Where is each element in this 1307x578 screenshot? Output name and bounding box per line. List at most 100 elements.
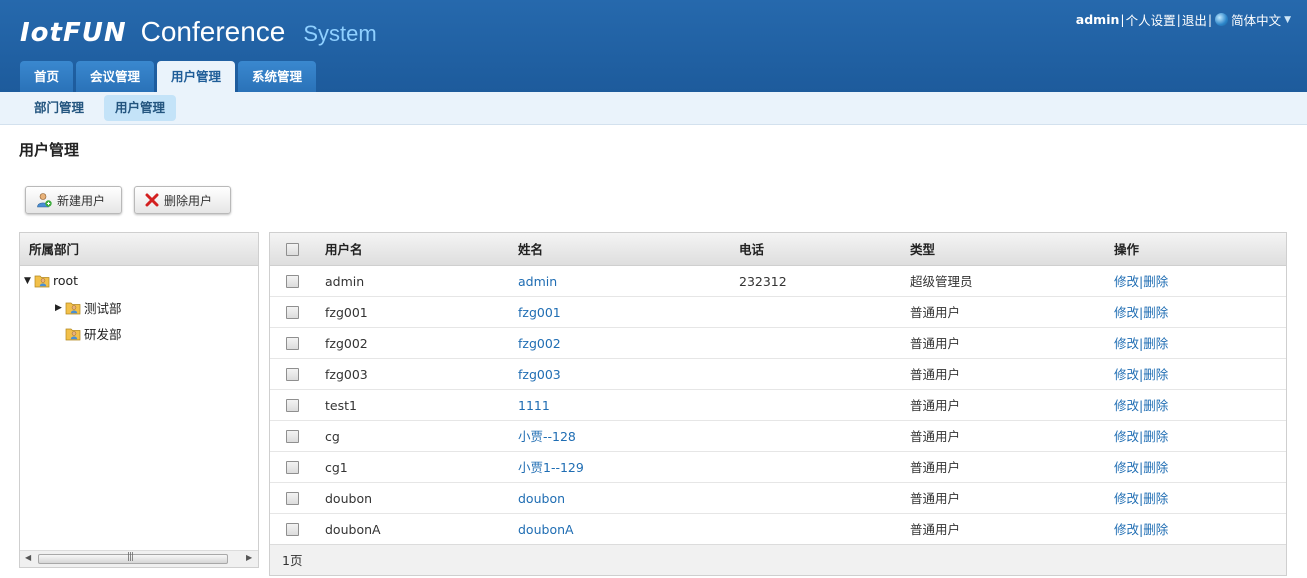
select-all-checkbox[interactable]	[286, 243, 299, 256]
page-title: 用户管理	[19, 141, 80, 159]
app-header: IotFUN Conference System admin | 个人设置 | …	[0, 0, 1307, 92]
cell-username: doubon	[325, 491, 373, 506]
scroll-right-icon[interactable]: ▶	[246, 553, 252, 562]
tab-system-management[interactable]: 系统管理	[238, 61, 317, 92]
cell-actions: 修改|删除	[1114, 483, 1168, 514]
user-table: 用户名 姓名 电话 类型 操作 admin admin 232312 超级管理员 修改|…	[269, 232, 1287, 576]
logo-system: System	[303, 21, 377, 46]
table-row[interactable]: fzg003 fzg003 普通用户 修改|删除	[270, 359, 1286, 390]
delete-user-button[interactable]: 删除用户	[134, 186, 231, 214]
row-checkbox[interactable]	[286, 306, 299, 319]
row-checkbox[interactable]	[286, 492, 299, 505]
current-user: admin	[1075, 12, 1120, 27]
tab-user-management[interactable]: 用户管理	[157, 61, 236, 92]
cell-name-link[interactable]: doubonA	[518, 514, 574, 545]
cell-name-link[interactable]: fzg001	[518, 297, 561, 328]
table-row[interactable]: fzg001 fzg001 普通用户 修改|删除	[270, 297, 1286, 328]
separator: |	[1207, 12, 1213, 27]
edit-link[interactable]: 修改	[1114, 305, 1139, 320]
tree-node-root[interactable]: ▼ root	[24, 273, 78, 288]
row-checkbox[interactable]	[286, 523, 299, 536]
column-header-username[interactable]: 用户名	[325, 233, 363, 266]
cell-type: 普通用户	[910, 460, 961, 475]
table-row[interactable]: cg1 小贾1--129 普通用户 修改|删除	[270, 452, 1286, 483]
delete-link[interactable]: 删除	[1143, 491, 1168, 506]
table-row[interactable]: doubonA doubonA 普通用户 修改|删除	[270, 514, 1286, 545]
row-checkbox[interactable]	[286, 275, 299, 288]
delete-link[interactable]: 删除	[1143, 398, 1168, 413]
cell-name-link[interactable]: fzg003	[518, 359, 561, 390]
column-header-name[interactable]: 姓名	[518, 233, 543, 266]
cell-phone: 232312	[739, 274, 787, 289]
new-user-label: 新建用户	[57, 193, 106, 208]
cell-name-link[interactable]: doubon	[518, 483, 565, 514]
delete-user-label: 删除用户	[164, 193, 213, 208]
table-row[interactable]: cg 小贾--128 普通用户 修改|删除	[270, 421, 1286, 452]
cell-name-link[interactable]: fzg002	[518, 328, 561, 359]
department-tree-panel: 所属部门 ▼ root ▶ 测试部 研发部 ◀ ||| ▶	[19, 232, 259, 568]
column-header-type[interactable]: 类型	[910, 233, 935, 266]
cell-type: 超级管理员	[910, 274, 973, 289]
cell-type: 普通用户	[910, 336, 961, 351]
cell-name-link[interactable]: 1111	[518, 390, 550, 421]
cell-type: 普通用户	[910, 491, 961, 506]
scrollbar-thumb[interactable]: |||	[38, 552, 228, 564]
tab-home[interactable]: 首页	[20, 61, 74, 92]
main-tabs: 首页 会议管理 用户管理 系统管理	[20, 61, 317, 92]
column-header-phone[interactable]: 电话	[739, 233, 764, 266]
table-row[interactable]: admin admin 232312 超级管理员 修改|删除	[270, 266, 1286, 297]
language-select[interactable]: 简体中文	[1231, 10, 1281, 29]
new-user-button[interactable]: 新建用户	[25, 186, 122, 214]
edit-link[interactable]: 修改	[1114, 367, 1139, 382]
delete-link[interactable]: 删除	[1143, 305, 1168, 320]
table-row[interactable]: fzg002 fzg002 普通用户 修改|删除	[270, 328, 1286, 359]
delete-link[interactable]: 删除	[1143, 522, 1168, 537]
delete-x-icon	[145, 193, 159, 207]
cell-type: 普通用户	[910, 305, 961, 320]
cell-actions: 修改|删除	[1114, 266, 1168, 297]
cell-name-link[interactable]: admin	[518, 266, 557, 297]
separator: |	[1120, 12, 1125, 27]
tree-node-rd-dept[interactable]: 研发部	[65, 324, 122, 343]
cell-name-link[interactable]: 小贾1--129	[518, 452, 584, 483]
table-row[interactable]: doubon doubon 普通用户 修改|删除	[270, 483, 1286, 514]
logout-link[interactable]: 退出	[1182, 10, 1207, 29]
row-checkbox[interactable]	[286, 368, 299, 381]
collapsed-triangle-icon[interactable]: ▶	[55, 303, 65, 313]
delete-link[interactable]: 删除	[1143, 429, 1168, 444]
tree-node-test-dept[interactable]: ▶ 测试部	[55, 298, 122, 317]
delete-link[interactable]: 删除	[1143, 367, 1168, 382]
horizontal-scrollbar[interactable]: ◀ ||| ▶	[20, 550, 258, 567]
settings-link[interactable]: 个人设置	[1126, 10, 1176, 29]
delete-link[interactable]: 删除	[1143, 274, 1168, 289]
cell-name-link[interactable]: 小贾--128	[518, 421, 576, 452]
edit-link[interactable]: 修改	[1114, 398, 1139, 413]
add-user-icon	[36, 192, 52, 208]
row-checkbox[interactable]	[286, 399, 299, 412]
edit-link[interactable]: 修改	[1114, 460, 1139, 475]
cell-type: 普通用户	[910, 398, 961, 413]
edit-link[interactable]: 修改	[1114, 274, 1139, 289]
edit-link[interactable]: 修改	[1114, 429, 1139, 444]
cell-username: cg	[325, 429, 340, 444]
tab-meeting-management[interactable]: 会议管理	[76, 61, 155, 92]
cell-actions: 修改|删除	[1114, 390, 1168, 421]
table-row[interactable]: test1 1111 普通用户 修改|删除	[270, 390, 1286, 421]
department-tree-header: 所属部门	[20, 233, 258, 266]
caret-down-icon[interactable]: ▼	[1284, 15, 1291, 25]
row-checkbox[interactable]	[286, 430, 299, 443]
scroll-left-icon[interactable]: ◀	[25, 553, 31, 562]
row-checkbox[interactable]	[286, 461, 299, 474]
delete-link[interactable]: 删除	[1143, 460, 1168, 475]
subnav-department-management[interactable]: 部门管理	[23, 95, 95, 121]
cell-actions: 修改|删除	[1114, 359, 1168, 390]
subnav-user-management[interactable]: 用户管理	[104, 95, 177, 121]
edit-link[interactable]: 修改	[1114, 522, 1139, 537]
edit-link[interactable]: 修改	[1114, 491, 1139, 506]
delete-link[interactable]: 删除	[1143, 336, 1168, 351]
grip-icon: |||	[127, 552, 134, 562]
edit-link[interactable]: 修改	[1114, 336, 1139, 351]
expanded-triangle-icon[interactable]: ▼	[24, 276, 34, 286]
cell-username: cg1	[325, 460, 348, 475]
row-checkbox[interactable]	[286, 337, 299, 350]
